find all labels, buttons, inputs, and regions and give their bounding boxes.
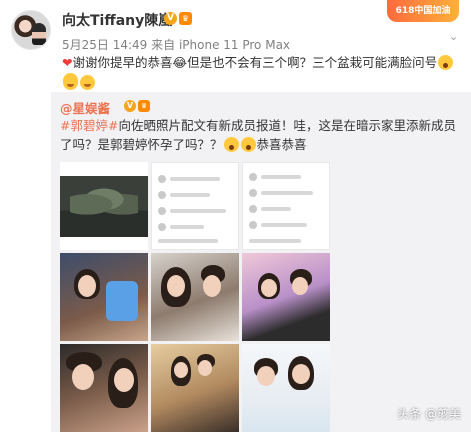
- grid-image[interactable]: [151, 253, 239, 341]
- grid-image[interactable]: [60, 253, 148, 341]
- cry-emoji-icon: [223, 137, 239, 152]
- repost-text: #郭碧婷#向佐晒照片配文有新成员报道！哇，这是在暗示家里添新成员了吗？是郭碧婷怀…: [60, 116, 465, 154]
- avatar[interactable]: [11, 10, 51, 50]
- promo-banner[interactable]: 618中国加油: [387, 0, 459, 22]
- chevron-down-icon[interactable]: ⌄: [449, 31, 459, 42]
- post-body: 谢谢你提早的恭喜😂但是也不会有三个啊？三个盆栽可能满脸问号: [72, 55, 438, 70]
- heart-icon: ❤: [62, 55, 73, 70]
- grid-image[interactable]: [242, 253, 330, 341]
- post-source: 来自 iPhone 11 Pro Max: [151, 38, 291, 52]
- hashtag-link[interactable]: #郭碧婷#: [60, 118, 118, 133]
- post-header: 向太Tiffany陳嵐 V ♛ 5月25日 14:49 来自 iPhone 11…: [0, 0, 471, 92]
- laugh-emoji-icon: [63, 75, 78, 90]
- post-username[interactable]: 向太Tiffany陳嵐: [62, 10, 172, 30]
- repost-card[interactable]: @星娱酱 V ♛ #郭碧婷#向佐晒照片配文有新成员报道！哇，这是在暗示家里添新成…: [51, 92, 471, 432]
- grid-image[interactable]: [242, 162, 330, 250]
- post-text: ❤谢谢你提早的恭喜😂但是也不会有三个啊？三个盆栽可能满脸问号: [62, 54, 467, 90]
- post-timestamp[interactable]: 5月25日 14:49: [62, 38, 147, 52]
- verified-badge-icon: V: [124, 100, 136, 112]
- image-grid: [60, 162, 470, 432]
- post-meta: 5月25日 14:49 来自 iPhone 11 Pro Max: [62, 36, 290, 53]
- surprised-emoji-icon: [438, 55, 454, 70]
- grid-image[interactable]: [151, 162, 239, 250]
- crown-badge-icon: ♛: [179, 12, 192, 25]
- repost-username[interactable]: @星娱酱: [60, 98, 110, 117]
- grid-image[interactable]: [242, 344, 330, 432]
- emoji-row: [62, 72, 96, 91]
- grid-image[interactable]: [151, 344, 239, 432]
- laugh-emoji-icon: [80, 75, 95, 90]
- verified-badge-icon: V: [164, 12, 177, 25]
- crown-badge-icon: ♛: [138, 100, 150, 112]
- grid-image[interactable]: [60, 344, 148, 432]
- cry-emoji-icon: [240, 137, 256, 152]
- grid-image[interactable]: [60, 162, 148, 250]
- watermark: 头条 @剪美: [397, 407, 461, 421]
- repost-closing: 恭喜恭喜: [256, 137, 307, 152]
